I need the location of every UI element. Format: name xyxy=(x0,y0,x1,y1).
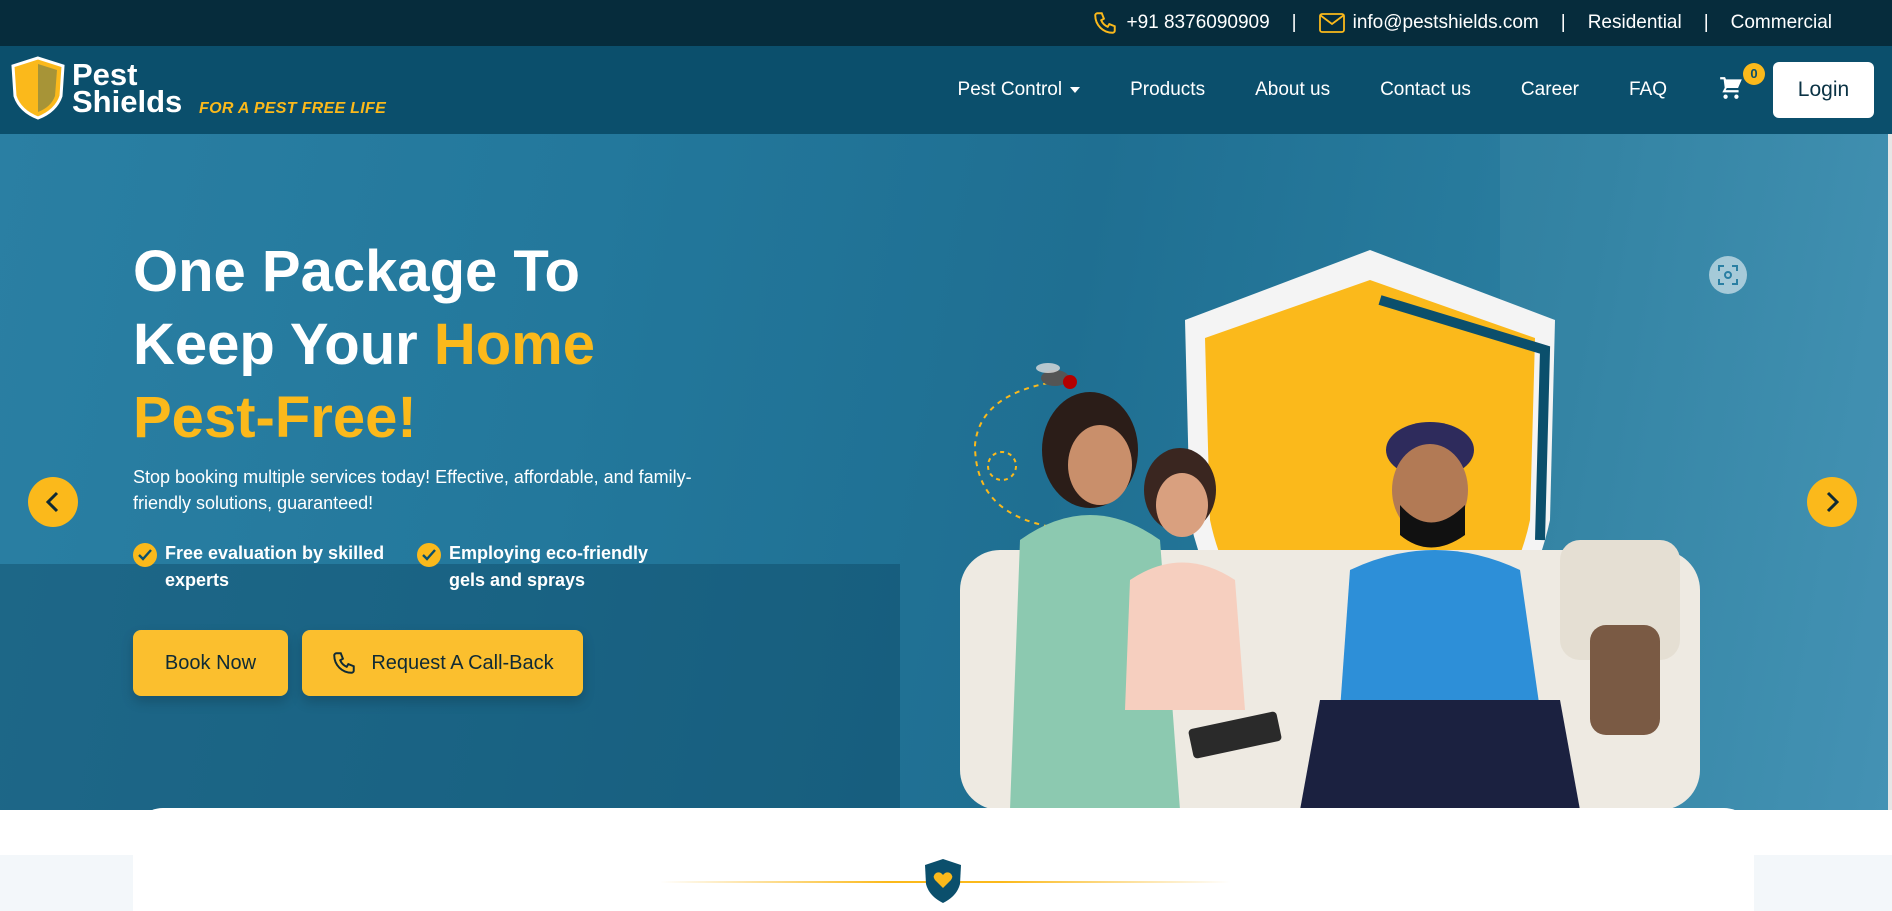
hero-family-technician-illustration xyxy=(960,250,1700,810)
book-now-button[interactable]: Book Now xyxy=(133,630,288,696)
login-button[interactable]: Login xyxy=(1773,62,1874,118)
brand-tagline: FOR A PEST FREE LIFE xyxy=(199,100,387,117)
nav-pest-control-label: Pest Control xyxy=(957,79,1063,100)
residential-link[interactable]: Residential xyxy=(1588,12,1682,34)
check-icon xyxy=(133,543,157,567)
scan-icon[interactable] xyxy=(1709,256,1747,294)
feature-text: Employing eco-friendly gels and sprays xyxy=(449,543,649,590)
nav-contact-us[interactable]: Contact us xyxy=(1380,79,1471,101)
check-icon xyxy=(417,543,441,567)
phone-contact[interactable]: +91 8376090909 xyxy=(1092,10,1270,36)
cart-icon xyxy=(1720,76,1742,99)
feature-text: Free evaluation by skilled experts xyxy=(165,543,385,590)
commercial-link[interactable]: Commercial xyxy=(1731,12,1832,34)
nav-about-us[interactable]: About us xyxy=(1255,79,1330,101)
carousel-next-button[interactable] xyxy=(1807,477,1857,527)
feature-item: Employing eco-friendly gels and sprays xyxy=(417,540,673,594)
hero-subtext: Stop booking multiple services today! Ef… xyxy=(133,467,692,513)
request-callback-label: Request A Call-Back xyxy=(371,651,554,674)
cart-button[interactable]: 0 xyxy=(1717,62,1765,106)
mail-icon xyxy=(1318,13,1345,33)
fly-icon xyxy=(1036,363,1077,389)
nav-products[interactable]: Products xyxy=(1130,79,1205,101)
headline-line-2: Keep Your xyxy=(133,312,434,377)
hero-features: Free evaluation by skilled experts Emplo… xyxy=(133,540,673,594)
pest-shields-logo-icon xyxy=(11,56,65,120)
nav-pest-control[interactable]: Pest Control xyxy=(958,79,1081,101)
nav-career[interactable]: Career xyxy=(1521,79,1579,101)
shield-heart-icon xyxy=(925,859,961,903)
divider: | xyxy=(1703,12,1709,33)
chevron-right-icon xyxy=(1826,491,1840,513)
feature-item: Free evaluation by skilled experts xyxy=(133,540,389,594)
chevron-left-icon xyxy=(45,491,59,513)
scrollbar-track[interactable] xyxy=(1888,134,1892,810)
phone-icon xyxy=(1094,12,1117,34)
main-navbar: Pest Shields FOR A PEST FREE LIFE Pest C… xyxy=(0,46,1892,134)
headline-line-1: One Package To xyxy=(133,239,580,304)
cart-count-badge: 0 xyxy=(1743,62,1765,85)
carousel-prev-button[interactable] xyxy=(28,477,78,527)
divider: | xyxy=(1291,12,1297,33)
phone-icon xyxy=(333,652,356,674)
hero-headline: One Package To Keep Your Home Pest-Free! xyxy=(133,235,753,454)
email-address[interactable]: info@pestshields.com xyxy=(1353,12,1539,34)
headline-highlight-home: Home xyxy=(433,312,595,377)
phone-number[interactable]: +91 8376090909 xyxy=(1126,12,1269,34)
brand-name: Pest Shields xyxy=(72,59,183,119)
brand-line-2: Shields xyxy=(72,84,183,119)
caret-down-icon xyxy=(1070,87,1081,93)
brand-logo[interactable]: Pest Shields xyxy=(10,56,182,120)
top-contact-bar: +91 8376090909 | info@pestshields.com | … xyxy=(0,0,1892,46)
request-callback-button[interactable]: Request A Call-Back xyxy=(302,630,583,696)
nav-faq[interactable]: FAQ xyxy=(1629,79,1667,101)
email-contact[interactable]: info@pestshields.com xyxy=(1318,12,1539,34)
divider: | xyxy=(1560,12,1566,33)
headline-highlight-pest-free: Pest-Free! xyxy=(133,385,417,450)
nav-menu: Pest Control Products About us Contact u… xyxy=(958,46,1892,134)
